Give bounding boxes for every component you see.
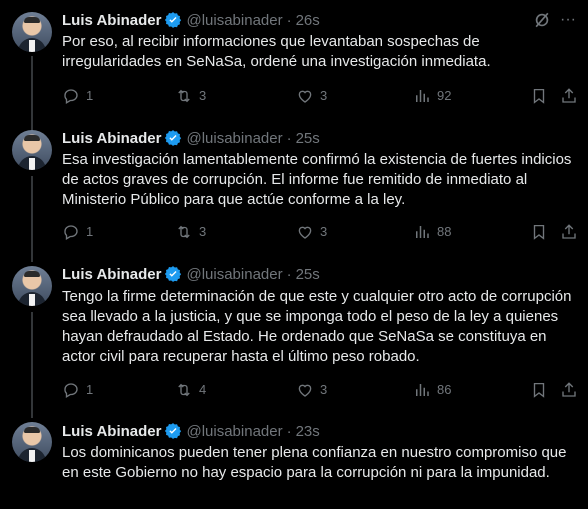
share-button[interactable] — [560, 222, 584, 242]
tweet-actions: 1 3 3 88 — [62, 222, 582, 242]
tweet-text: Los dominicanos pueden tener plena confi… — [62, 444, 567, 481]
reply-count: 1 — [86, 88, 94, 103]
like-icon — [298, 90, 312, 103]
author-handle[interactable]: @luisabinader — [186, 130, 282, 147]
tweet-header: Luis Abinader @luisabinader · 23s — [62, 421, 320, 441]
tweet[interactable]: Luis Abinader @luisabinader · 23s Los do… — [0, 418, 588, 509]
retweet-button[interactable]: 3 — [175, 86, 206, 106]
tweet-text: Tengo la firme determinación de que este… — [62, 288, 572, 365]
retweet-count: 3 — [199, 224, 207, 239]
avatar[interactable] — [12, 266, 52, 306]
views-icon — [416, 226, 429, 238]
verified-badge-icon — [165, 423, 182, 439]
tweet-header: Luis Abinader @luisabinader · 25s — [62, 128, 320, 148]
retweet-icon — [178, 89, 190, 103]
more-icon[interactable]: ··· — [558, 10, 578, 30]
grok-icon[interactable] — [532, 10, 552, 30]
views-icon — [416, 90, 429, 102]
author-name[interactable]: Luis Abinader — [62, 266, 161, 283]
bookmark-icon — [533, 382, 545, 398]
reply-button[interactable]: 1 — [62, 380, 93, 400]
share-icon — [562, 382, 576, 397]
reply-icon — [64, 89, 78, 104]
bookmark-button[interactable] — [530, 380, 554, 400]
retweet-count: 4 — [199, 382, 207, 397]
views-count: 92 — [437, 88, 452, 103]
tweet-text: Por eso, al recibir informaciones que le… — [62, 33, 491, 70]
bookmark-button[interactable] — [530, 86, 554, 106]
share-icon — [562, 224, 576, 239]
views-button[interactable]: 88 — [413, 222, 451, 242]
views-button[interactable]: 92 — [413, 86, 451, 106]
retweet-count: 3 — [199, 88, 207, 103]
like-count: 3 — [320, 382, 328, 397]
author-handle[interactable]: @luisabinader — [186, 266, 282, 283]
timestamp[interactable]: 25s — [296, 266, 320, 283]
views-button[interactable]: 86 — [413, 380, 451, 400]
like-icon — [298, 226, 312, 239]
like-count: 3 — [320, 224, 328, 239]
timestamp[interactable]: 25s — [296, 130, 320, 147]
avatar[interactable] — [12, 130, 52, 170]
verified-badge-icon — [165, 130, 182, 146]
tweet-header: Luis Abinader @luisabinader · 25s — [62, 264, 320, 284]
reply-count: 1 — [86, 382, 94, 397]
bookmark-icon — [533, 88, 545, 104]
tweet-text: Esa investigación lamentablemente confir… — [62, 151, 572, 208]
share-icon — [562, 88, 576, 103]
author-handle[interactable]: @luisabinader — [186, 12, 282, 29]
like-icon — [298, 384, 312, 397]
bookmark-button[interactable] — [530, 222, 554, 242]
tweet-header: Luis Abinader @luisabinader · 26s — [62, 10, 320, 30]
avatar[interactable] — [12, 422, 52, 462]
timestamp[interactable]: 23s — [296, 423, 320, 440]
separator-dot: · — [286, 265, 292, 283]
author-handle[interactable]: @luisabinader — [186, 423, 282, 440]
share-button[interactable] — [560, 86, 584, 106]
timestamp[interactable]: 26s — [296, 12, 320, 29]
share-button[interactable] — [560, 380, 584, 400]
verified-badge-icon — [165, 12, 182, 28]
tweet-actions: 1 4 3 86 — [62, 380, 582, 400]
like-button[interactable]: 3 — [296, 86, 327, 106]
retweet-button[interactable]: 4 — [175, 380, 206, 400]
reply-button[interactable]: 1 — [62, 222, 93, 242]
reply-count: 1 — [86, 224, 94, 239]
author-name[interactable]: Luis Abinader — [62, 423, 161, 440]
tweet-actions: 1 3 3 92 — [62, 86, 582, 106]
like-button[interactable]: 3 — [296, 222, 327, 242]
retweet-icon — [178, 383, 190, 397]
tweet[interactable]: Luis Abinader @luisabinader · 26s ··· Po… — [0, 0, 588, 120]
separator-dot: · — [286, 422, 292, 440]
retweet-icon — [178, 225, 190, 239]
separator-dot: · — [286, 129, 292, 147]
views-count: 86 — [437, 382, 452, 397]
bookmark-icon — [533, 224, 545, 240]
like-count: 3 — [320, 88, 328, 103]
reply-button[interactable]: 1 — [62, 86, 93, 106]
avatar[interactable] — [12, 12, 52, 52]
views-count: 88 — [437, 224, 452, 239]
tweet[interactable]: Luis Abinader @luisabinader · 25s Esa in… — [0, 120, 588, 260]
like-button[interactable]: 3 — [296, 380, 327, 400]
author-name[interactable]: Luis Abinader — [62, 130, 161, 147]
author-name[interactable]: Luis Abinader — [62, 12, 161, 29]
tweet[interactable]: Luis Abinader @luisabinader · 25s Tengo … — [0, 260, 588, 418]
reply-icon — [64, 383, 78, 398]
verified-badge-icon — [165, 266, 182, 282]
reply-icon — [64, 225, 78, 240]
retweet-button[interactable]: 3 — [175, 222, 206, 242]
separator-dot: · — [286, 11, 292, 29]
views-icon — [416, 384, 429, 396]
